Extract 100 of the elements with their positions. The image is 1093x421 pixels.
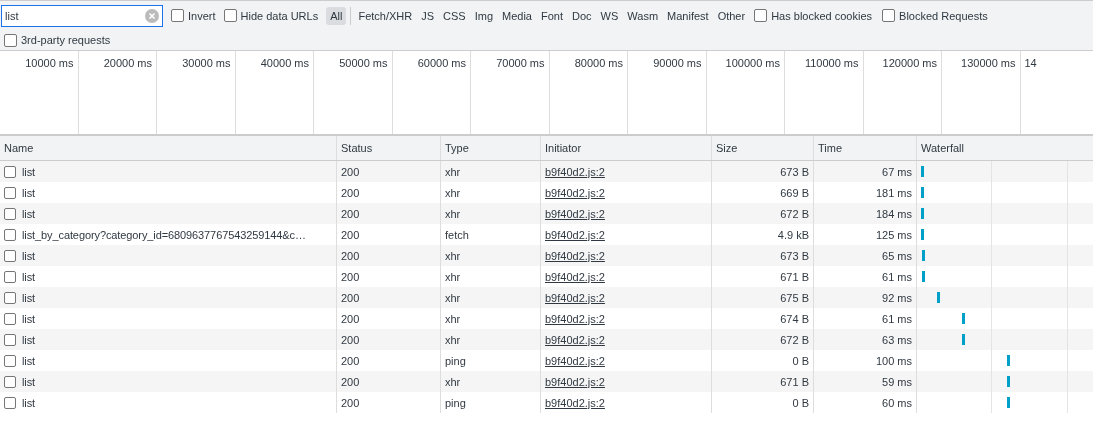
type-filter-button[interactable]: Font — [537, 6, 567, 25]
column-header[interactable]: Status — [337, 136, 441, 160]
checkbox[interactable] — [4, 249, 16, 262]
request-name[interactable]: list — [22, 207, 36, 220]
column-header[interactable]: Size — [712, 136, 814, 160]
type-cell: xhr — [445, 186, 461, 199]
checkbox[interactable] — [4, 333, 16, 346]
type-filter-button[interactable]: Media — [498, 6, 536, 25]
type-cell: xhr — [445, 165, 461, 178]
type-filter-button[interactable]: Other — [713, 6, 750, 25]
status-cell: 200 — [341, 396, 360, 409]
checkbox[interactable] — [4, 375, 16, 388]
initiator-link[interactable]: b9f40d2.js:2 — [545, 396, 605, 409]
waterfall-bar — [937, 292, 940, 303]
type-filter-button[interactable]: All — [326, 6, 347, 25]
time-cell: 67 ms — [882, 165, 912, 178]
status-cell: 200 — [341, 333, 360, 346]
size-cell: 672 B — [780, 207, 809, 220]
checkbox[interactable] — [4, 354, 16, 367]
size-cell: 0 B — [792, 354, 809, 367]
status-cell: 200 — [341, 249, 360, 262]
request-name[interactable]: list — [22, 312, 36, 325]
type-filter-button[interactable]: CSS — [439, 6, 470, 25]
initiator-link[interactable]: b9f40d2.js:2 — [545, 228, 605, 241]
checkbox[interactable] — [4, 270, 16, 283]
type-cell: xhr — [445, 207, 461, 220]
type-filter-button[interactable]: Doc — [568, 6, 596, 25]
request-name[interactable]: list — [22, 165, 36, 178]
time-cell: 184 ms — [875, 207, 912, 220]
request-name[interactable]: list — [22, 270, 36, 283]
initiator-link[interactable]: b9f40d2.js:2 — [545, 186, 605, 199]
timeline-tick-label: 80000 ms — [574, 57, 623, 71]
status-cell: 200 — [341, 186, 360, 199]
checkbox[interactable] — [4, 291, 16, 304]
type-filter-button[interactable]: Wasm — [623, 6, 663, 25]
initiator-link[interactable]: b9f40d2.js:2 — [545, 333, 605, 346]
type-filter-button[interactable]: JS — [417, 6, 439, 25]
size-cell: 671 B — [780, 270, 809, 283]
checkbox[interactable] — [223, 9, 237, 22]
time-cell: 63 ms — [882, 333, 912, 346]
checkbox[interactable] — [4, 186, 16, 199]
timeline-tick-label: 110000 ms — [804, 57, 859, 71]
checkbox[interactable] — [4, 228, 16, 241]
size-cell: 675 B — [780, 291, 809, 304]
timeline-tick-label: 40000 ms — [260, 57, 309, 71]
timeline-tick-label: 14 — [1024, 57, 1037, 71]
checkbox[interactable] — [4, 33, 17, 47]
filter-input[interactable]: list — [1, 4, 163, 27]
request-name[interactable]: list — [22, 291, 36, 304]
checkbox[interactable] — [4, 396, 16, 409]
checkbox[interactable] — [882, 9, 896, 22]
column-header[interactable]: Name — [0, 136, 337, 160]
size-cell: 674 B — [780, 312, 809, 325]
request-name[interactable]: list — [22, 249, 36, 262]
status-cell: 200 — [341, 228, 360, 241]
column-header[interactable]: Initiator — [541, 136, 712, 160]
initiator-link[interactable]: b9f40d2.js:2 — [545, 270, 605, 283]
initiator-link[interactable]: b9f40d2.js:2 — [545, 375, 605, 388]
request-name[interactable]: list — [22, 186, 36, 199]
request-name[interactable]: list_by_category?category_id=6809637767543259144&c… — [22, 228, 306, 241]
timeline-tick-label: 100000 ms — [725, 57, 780, 71]
type-filter-button[interactable]: Manifest — [663, 6, 713, 25]
type-filter-button[interactable]: WS — [596, 6, 623, 25]
waterfall-bar — [921, 187, 924, 198]
type-cell: xhr — [445, 249, 461, 262]
timeline-tick-label: 20000 ms — [103, 57, 152, 71]
checkbox-label: Invert — [188, 9, 216, 22]
size-cell: 4.9 kB — [777, 228, 809, 241]
initiator-link[interactable]: b9f40d2.js:2 — [545, 165, 605, 178]
checkbox-label: Has blocked cookies — [771, 9, 873, 22]
initiator-link[interactable]: b9f40d2.js:2 — [545, 291, 605, 304]
timeline-tick-label: 130000 ms — [961, 57, 1016, 71]
timeline-tick-label: 90000 ms — [653, 57, 702, 71]
type-filter-button[interactable]: Fetch/XHR — [354, 6, 417, 25]
status-cell: 200 — [341, 312, 360, 325]
size-cell: 672 B — [780, 333, 809, 346]
initiator-link[interactable]: b9f40d2.js:2 — [545, 312, 605, 325]
status-cell: 200 — [341, 291, 360, 304]
checkbox[interactable] — [4, 312, 16, 325]
checkbox[interactable] — [4, 207, 16, 220]
initiator-link[interactable]: b9f40d2.js:2 — [545, 207, 605, 220]
time-cell: 181 ms — [875, 186, 912, 199]
type-cell: xhr — [445, 333, 461, 346]
request-name[interactable]: list — [22, 375, 36, 388]
checkbox[interactable] — [754, 9, 768, 22]
initiator-link[interactable]: b9f40d2.js:2 — [545, 249, 605, 262]
checkbox[interactable] — [171, 9, 184, 22]
request-name[interactable]: list — [22, 354, 36, 367]
request-name[interactable]: list — [22, 333, 36, 346]
waterfall-bar — [922, 250, 925, 261]
type-filter-button[interactable]: Img — [470, 6, 497, 25]
column-header[interactable]: Type — [441, 136, 541, 160]
request-name[interactable]: list — [22, 396, 36, 409]
checkbox[interactable] — [4, 165, 16, 178]
waterfall-bar — [921, 229, 924, 240]
column-header[interactable]: Time — [814, 136, 917, 160]
column-header[interactable]: Waterfall — [917, 136, 1093, 160]
initiator-link[interactable]: b9f40d2.js:2 — [545, 354, 605, 367]
size-cell: 673 B — [780, 249, 809, 262]
time-cell: 65 ms — [882, 249, 912, 262]
